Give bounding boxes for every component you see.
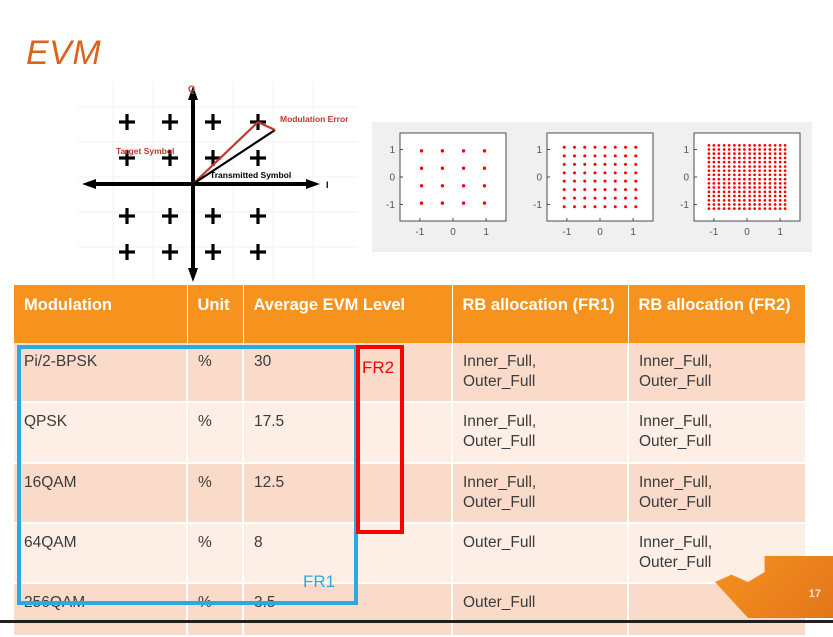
x-tick-label: 0 — [744, 227, 750, 238]
evm-vector-diagram: Q I Modulation Error Target Symbol Trans… — [78, 82, 358, 282]
modulation-error-vector — [257, 121, 276, 131]
column-header-average-evm-level: Average EVM Level — [243, 285, 453, 343]
y-tick-label: 0 — [389, 173, 395, 184]
table-header-row: Modulation Unit Average EVM Level RB all… — [14, 285, 805, 343]
x-tick-label: 1 — [483, 227, 489, 238]
q-axis-label: Q — [188, 84, 195, 94]
constellation-svg-1: -1 0 1 -1 0 1 — [533, 132, 654, 238]
constellation-svg-0: -1 0 1 -1 0 1 — [386, 132, 507, 238]
fr2-label: FR2 — [362, 358, 395, 377]
cell-average-evm-level: 8 — [243, 522, 453, 585]
column-header-rb-allocation-fr1: RB allocation (FR1) — [452, 285, 629, 343]
constellation-plot-256qam: -1 0 1 -1 0 1 — [670, 127, 808, 247]
cell-modulation: QPSK — [14, 402, 188, 464]
table-row: 16QAM% 12.5 Inner_Full, Outer_Full Inner_Ful… — [14, 462, 805, 524]
cell-unit: % — [187, 462, 244, 524]
cell-rb-allocation-fr1: Outer_Full — [452, 583, 629, 637]
constellation-svg-2: -1 0 1 -1 0 1 — [680, 132, 801, 238]
column-header-modulation: Modulation — [14, 285, 188, 343]
q-axis-arrow-down — [188, 268, 198, 282]
cell-modulation: 16QAM — [14, 462, 188, 524]
evm-requirements-table: Modulation Unit Average EVM Level RB all… — [14, 285, 805, 637]
fr2-highlight-box-left-edge — [356, 345, 360, 534]
target-symbol-label: Target Symbol — [116, 146, 174, 156]
i-axis-label: I — [326, 180, 329, 190]
cell-modulation: Pi/2-BPSK — [14, 343, 188, 404]
modulation-error-label: Modulation Error — [280, 114, 349, 124]
x-tick-label: 1 — [777, 227, 783, 238]
table-row: QPSK% 17.5 Inner_Full, Outer_Full Inner_Full… — [14, 402, 805, 464]
cell-modulation: 256QAM — [14, 583, 188, 637]
cell-unit: % — [187, 583, 244, 637]
x-tick-label: -1 — [415, 227, 424, 238]
cell-rb-allocation-fr2: Inner_Full, Outer_Full — [628, 462, 805, 524]
plot-frame — [399, 132, 507, 222]
table-row: Pi/2-BPSK% 30 Inner_Full, Outer_Full Inner_F… — [14, 343, 805, 404]
column-header-rb-allocation-fr2: RB allocation (FR2) — [628, 285, 805, 343]
x-tick-label: 1 — [630, 227, 636, 238]
cell-average-evm-level: 12.5 — [243, 462, 453, 524]
constellation-plot-64qam: -1 0 1 -1 0 1 — [523, 127, 661, 247]
cell-average-evm-level: 30 — [243, 343, 453, 404]
footer-rule — [0, 620, 833, 623]
y-tick-label: -1 — [386, 200, 395, 211]
table-row: 64QAM% 8 Outer_Full Inner_Full, Outer_Full — [14, 522, 805, 585]
cell-average-evm-level: 17.5 — [243, 402, 453, 464]
cell-unit: % — [187, 522, 244, 585]
y-tick-label: -1 — [680, 200, 689, 211]
y-tick-label: -1 — [533, 200, 542, 211]
cell-rb-allocation-fr2: Inner_Full, Outer_Full — [628, 343, 805, 404]
cell-rb-allocation-fr1: Inner_Full, Outer_Full — [452, 402, 629, 464]
cell-rb-allocation-fr1: Inner_Full, Outer_Full — [452, 462, 629, 524]
column-header-unit: Unit — [187, 285, 244, 343]
plot-frame — [546, 132, 654, 222]
cell-rb-allocation-fr1: Inner_Full, Outer_Full — [452, 343, 629, 404]
cell-rb-allocation-fr1: Outer_Full — [452, 522, 629, 585]
cell-average-evm-level: 3.5 — [243, 583, 453, 637]
transmitted-symbol-label: Transmitted Symbol — [210, 170, 291, 180]
x-tick-label: -1 — [562, 227, 571, 238]
x-tick-label: 0 — [597, 227, 603, 238]
y-tick-label: 1 — [389, 145, 395, 156]
i-axis-arrow-left — [82, 179, 96, 189]
constellation-plots-strip: -1 0 1 -1 0 1 -1 0 1 -1 0 1 -1 0 1 -1 0 1 — [372, 122, 812, 252]
cell-unit: % — [187, 402, 244, 464]
page-number: 17 — [808, 588, 821, 600]
y-tick-label: 0 — [536, 173, 542, 184]
x-tick-label: -1 — [709, 227, 718, 238]
constellation-plot-16qam: -1 0 1 -1 0 1 — [376, 127, 514, 247]
fr1-label: FR1 — [303, 572, 336, 591]
table-body: Pi/2-BPSK% 30 Inner_Full, Outer_Full Inner_F… — [14, 343, 805, 637]
cell-unit: % — [187, 343, 244, 404]
x-tick-label: 0 — [450, 227, 456, 238]
table-row: 256QAM% 3.5 Outer_Full — [14, 583, 805, 637]
cell-modulation: 64QAM — [14, 522, 188, 585]
cell-rb-allocation-fr2: Inner_Full, Outer_Full — [628, 402, 805, 464]
y-tick-label: 1 — [683, 145, 689, 156]
y-tick-label: 1 — [536, 145, 542, 156]
y-tick-label: 0 — [683, 173, 689, 184]
page-title: EVM — [26, 34, 102, 72]
